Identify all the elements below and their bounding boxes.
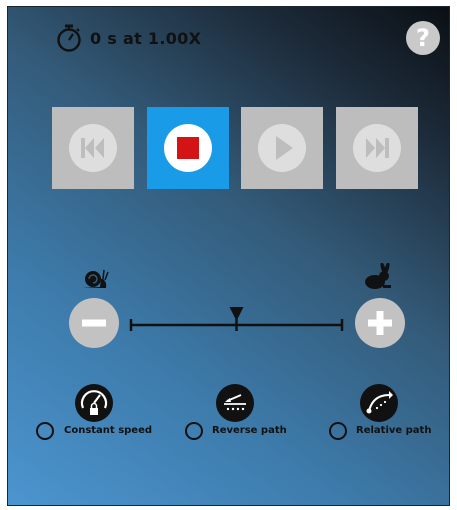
stop-icon [164,124,212,172]
reverse-path-radio[interactable] [185,422,203,440]
constant-speed-label: Constant speed [64,425,153,436]
reverse-path-icon [215,383,255,423]
relative-path-label: Relative path [356,425,432,436]
reverse-path-label: Reverse path [212,425,287,436]
minus-icon [82,319,106,327]
relative-path-icon [359,383,399,423]
increase-speed-button[interactable] [355,298,405,348]
constant-speed-radio[interactable] [36,422,54,440]
skip-back-icon [69,124,117,172]
play-icon [258,124,306,172]
decrease-speed-button[interactable] [69,298,119,348]
play-button[interactable] [241,107,323,189]
skip-to-start-button[interactable] [52,107,134,189]
skip-to-end-button[interactable] [336,107,418,189]
skip-forward-icon [353,124,401,172]
stop-button[interactable] [147,107,229,189]
speed-slider[interactable] [129,307,344,337]
timer-text: 0 s at 1.00X [90,28,202,48]
constant-speed-icon [74,383,114,423]
plus-icon [368,311,392,335]
snail-icon [82,269,109,288]
help-button[interactable]: ? [406,21,440,55]
motion-control-panel: 0 s at 1.00X ? Constant speed Reverse pa… [7,6,450,506]
speed-slider-handle[interactable] [229,307,244,321]
relative-path-radio[interactable] [329,422,347,440]
timer-readout: 0 s at 1.00X [54,23,201,53]
rabbit-icon [365,263,391,289]
stopwatch-icon [57,24,81,52]
